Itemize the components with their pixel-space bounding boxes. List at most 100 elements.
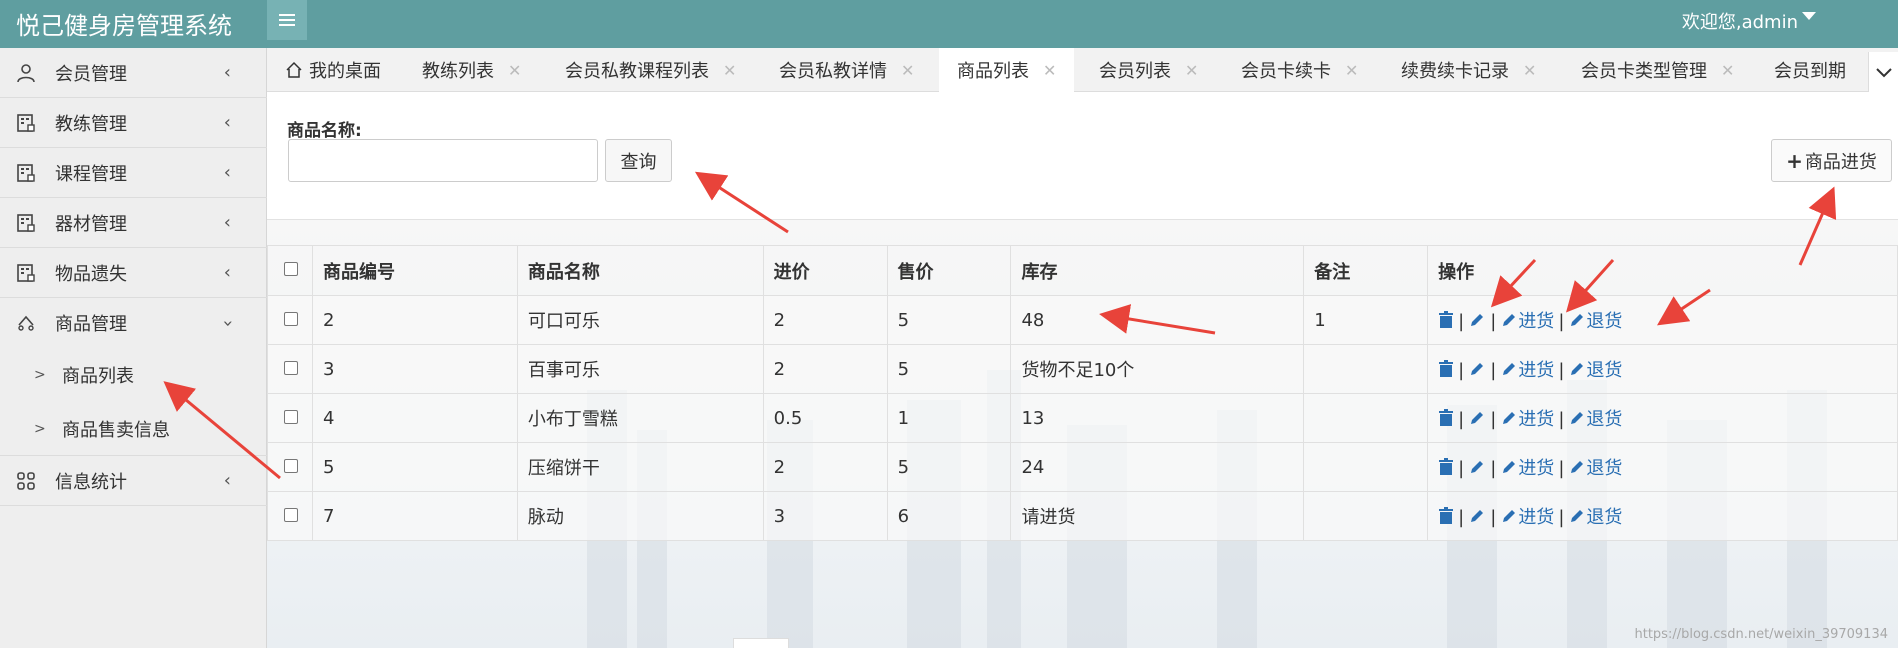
restock-link[interactable]: 进货 — [1500, 360, 1554, 381]
query-button[interactable]: 查询 — [605, 139, 672, 182]
return-link[interactable]: 退货 — [1568, 507, 1622, 528]
return-label: 退货 — [1586, 360, 1623, 381]
separator: | — [1458, 458, 1465, 479]
return-link[interactable]: 退货 — [1568, 458, 1622, 479]
building-icon — [17, 113, 35, 132]
sidebar-item-equipment[interactable]: 器材管理 ‹ — [0, 198, 267, 248]
return-label: 退货 — [1586, 507, 1623, 528]
product-purchase-button[interactable]: + 商品进货 — [1771, 139, 1892, 182]
tab-label: 会员卡续卡 — [1241, 61, 1331, 82]
sidebar-item-course[interactable]: 课程管理 ‹ — [0, 148, 267, 198]
sidebar-item-lost-items[interactable]: 物品遗失 ‹ — [0, 248, 267, 298]
table-row[interactable]: 5 压缩饼干 2 5 24 | | 进货 | 退货 — [267, 442, 1898, 492]
tab-label: 会员私教课程列表 — [565, 61, 709, 82]
caret-down-icon[interactable] — [1802, 12, 1816, 20]
edit-button[interactable] — [1468, 360, 1486, 381]
table-row[interactable]: 7 脉动 3 6 请进货 | | 进货 | 退货 — [267, 491, 1898, 541]
sidebar-subitem-label: 商品售卖信息 — [62, 419, 170, 441]
close-icon[interactable]: ✕ — [1721, 61, 1734, 80]
tab-label: 会员到期 — [1774, 61, 1846, 82]
return-link[interactable]: 退货 — [1568, 360, 1622, 381]
row-checkbox[interactable] — [284, 507, 298, 522]
building-icon — [17, 213, 35, 232]
separator: | — [1458, 507, 1465, 528]
restock-label: 进货 — [1518, 409, 1555, 430]
edit-button[interactable] — [1468, 311, 1486, 332]
row-checkbox[interactable] — [284, 311, 298, 326]
cell-id: 2 — [311, 295, 518, 345]
tab-product-list[interactable]: 商品列表 ✕ — [939, 48, 1075, 92]
tab-member-list[interactable]: 会员列表 ✕ — [1099, 48, 1198, 92]
separator: | — [1558, 458, 1565, 479]
col-header: 商品名称 — [516, 245, 764, 296]
edit-button[interactable] — [1468, 458, 1486, 479]
purchase-button-label: 商品进货 — [1804, 151, 1877, 173]
delete-button[interactable] — [1438, 409, 1454, 430]
tab-member-expire[interactable]: 会员到期 — [1774, 48, 1846, 92]
chevron-left-icon: ‹ — [223, 262, 231, 283]
select-all-checkbox[interactable] — [284, 262, 298, 276]
row-select-cell — [267, 491, 313, 541]
separator: | — [1558, 360, 1565, 381]
cell-cost: 0.5 — [762, 393, 888, 443]
delete-button[interactable] — [1438, 507, 1454, 528]
row-checkbox[interactable] — [284, 360, 298, 375]
tab-private-detail[interactable]: 会员私教详情 ✕ — [779, 48, 914, 92]
building-icon — [17, 163, 35, 182]
close-icon[interactable]: ✕ — [1345, 61, 1358, 80]
col-header: 售价 — [886, 245, 1012, 296]
row-checkbox[interactable] — [284, 458, 298, 473]
close-icon[interactable]: ✕ — [508, 61, 521, 80]
product-table: 商品编号 商品名称 进价 售价 库存 备注 操作 2 可口可乐 2 5 48 1 | | 进货 |… — [267, 245, 1898, 541]
return-link[interactable]: 退货 — [1568, 311, 1622, 332]
tab-private-course-list[interactable]: 会员私教课程列表 ✕ — [565, 48, 736, 92]
table-row[interactable]: 3 百事可乐 2 5 货物不足10个 | | 进货 | 退货 — [267, 344, 1898, 394]
sidebar-item-coach[interactable]: 教练管理 ‹ — [0, 98, 267, 148]
tab-card-type[interactable]: 会员卡类型管理 ✕ — [1581, 48, 1734, 92]
tab-renew-records[interactable]: 续费续卡记录 ✕ — [1401, 48, 1536, 92]
tab-scroll-button[interactable] — [1868, 52, 1898, 92]
sidebar-subitem-label: 商品列表 — [62, 366, 134, 387]
tab-card-renew[interactable]: 会员卡续卡 ✕ — [1241, 48, 1358, 92]
tab-label: 教练列表 — [422, 61, 494, 82]
sidebar-subitem-product-list[interactable]: > 商品列表 — [0, 348, 267, 402]
tab-coach-list[interactable]: 教练列表 ✕ — [422, 48, 521, 92]
restock-link[interactable]: 进货 — [1500, 409, 1554, 430]
restock-link[interactable]: 进货 — [1500, 458, 1554, 479]
close-icon[interactable]: ✕ — [1185, 61, 1198, 80]
restock-link[interactable]: 进货 — [1500, 507, 1554, 528]
row-select-cell — [267, 442, 313, 492]
sidebar-subitem-sales-info[interactable]: > 商品售卖信息 — [0, 402, 267, 456]
close-icon[interactable]: ✕ — [1523, 61, 1536, 80]
sidebar-item-member[interactable]: 会员管理 ‹ — [0, 48, 267, 98]
edit-button[interactable] — [1468, 507, 1486, 528]
return-link[interactable]: 退货 — [1568, 409, 1622, 430]
edit-button[interactable] — [1468, 409, 1486, 430]
chevron-left-icon: ‹ — [223, 212, 231, 233]
row-checkbox[interactable] — [284, 409, 298, 424]
product-name-input[interactable] — [288, 139, 598, 182]
delete-button[interactable] — [1438, 360, 1454, 381]
close-icon[interactable]: ✕ — [723, 61, 736, 80]
sidebar-item-statistics[interactable]: 信息统计 ‹ — [0, 456, 267, 506]
delete-button[interactable] — [1438, 458, 1454, 479]
close-icon[interactable]: ✕ — [901, 61, 914, 80]
cell-actions: | | 进货 | 退货 — [1427, 295, 1898, 345]
tab-label: 续费续卡记录 — [1401, 61, 1509, 82]
sidebar-item-product[interactable]: 商品管理 ‹ — [0, 298, 267, 348]
edit-icon — [1571, 461, 1584, 473]
delete-button[interactable] — [1438, 311, 1454, 332]
restock-link[interactable]: 进货 — [1500, 311, 1554, 332]
edit-icon — [1503, 510, 1516, 522]
menu-toggle-button[interactable] — [267, 0, 307, 40]
close-icon[interactable]: ✕ — [1043, 61, 1056, 80]
col-header: 备注 — [1303, 245, 1429, 296]
row-select-cell — [267, 393, 313, 443]
table-row[interactable]: 4 小布丁雪糕 0.5 1 13 | | 进货 | 退货 — [267, 393, 1898, 443]
table-row[interactable]: 2 可口可乐 2 5 48 1 | | 进货 | 退货 — [267, 295, 1898, 345]
tab-desktop[interactable]: 我的桌面 — [285, 48, 381, 92]
welcome-user-menu[interactable]: 欢迎您,admin — [1682, 8, 1798, 34]
edit-icon — [1571, 363, 1584, 375]
sidebar-item-label: 教练管理 — [55, 113, 127, 135]
sidebar: 会员管理 ‹ 教练管理 ‹ 课程管理 ‹ 器材管理 ‹ 物品遗失 ‹ 商品管理 … — [0, 48, 267, 648]
